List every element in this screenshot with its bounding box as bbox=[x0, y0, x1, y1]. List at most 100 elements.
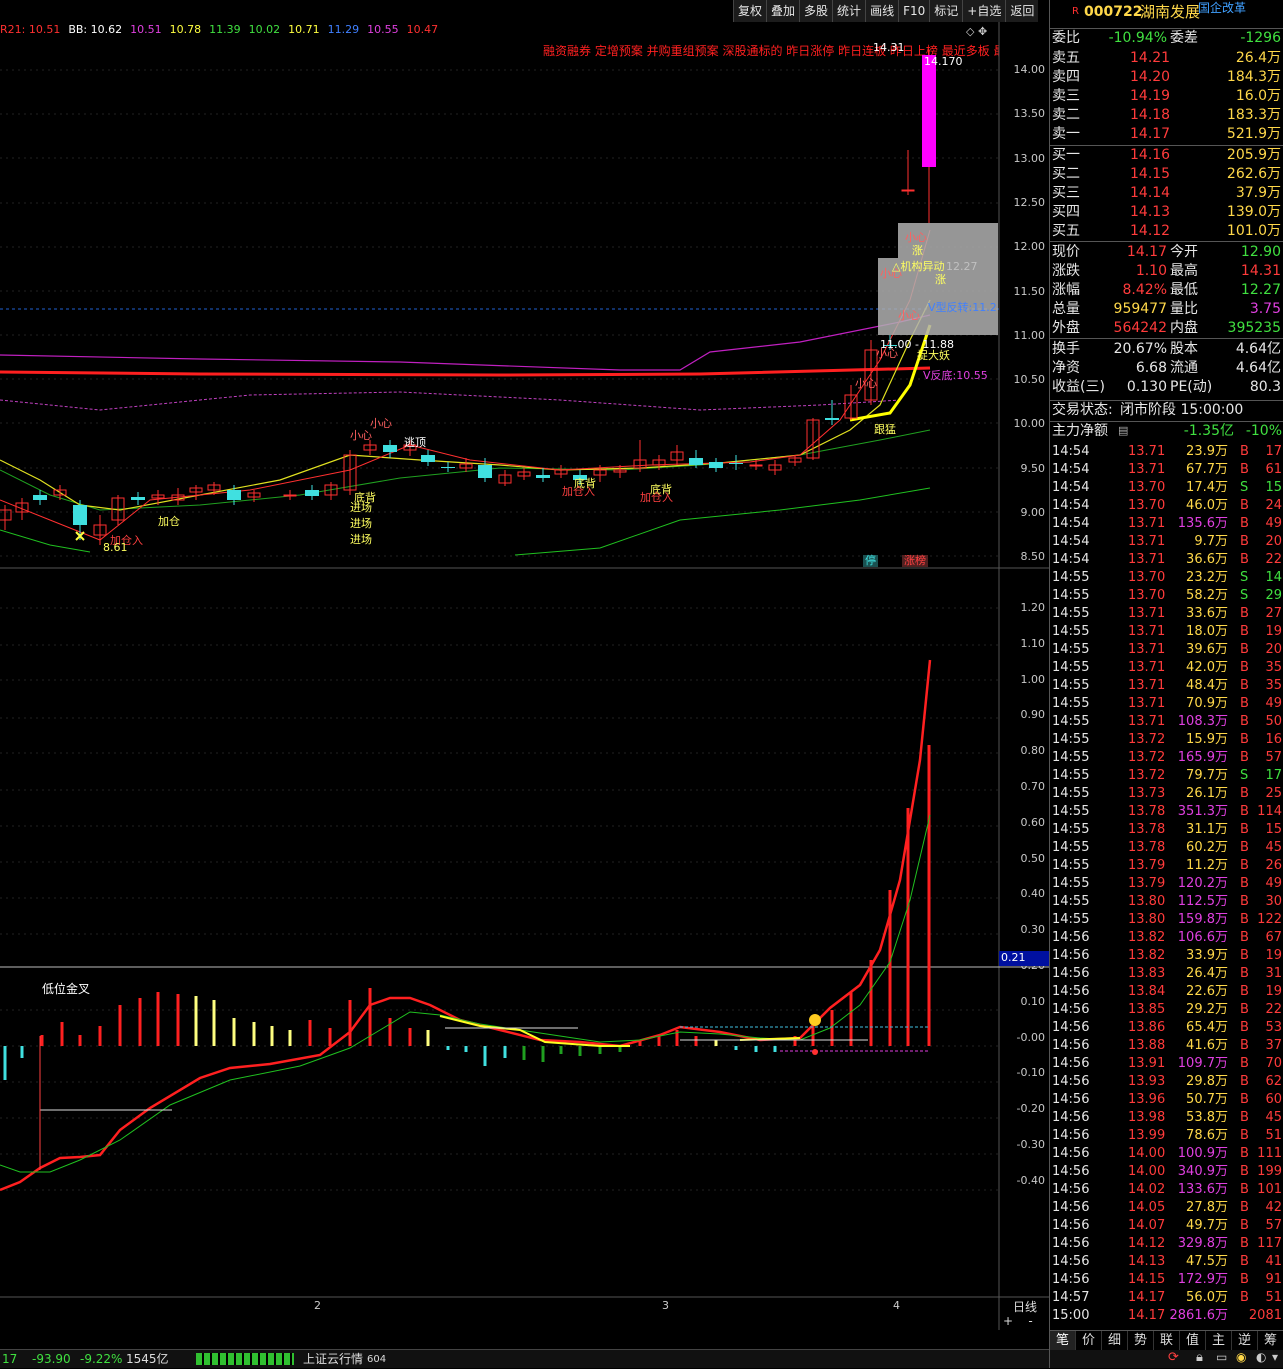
level-volume: 183.3万 bbox=[1226, 107, 1281, 123]
price-tick: 9.00 bbox=[1020, 506, 1046, 519]
tick-row: 14:56 14.00 340.9万 B 199 bbox=[1052, 1164, 1282, 1179]
candle[interactable] bbox=[922, 50, 936, 223]
tick-row: 14:55 13.71 42.0万 B 35 bbox=[1052, 660, 1282, 675]
level-volume: 101.0万 bbox=[1226, 223, 1281, 239]
tick-row: 14:54 13.70 17.4万 S 15 bbox=[1052, 480, 1282, 495]
candle[interactable] bbox=[517, 468, 531, 480]
sell-level[interactable]: 卖二 14.18 183.3万 bbox=[1050, 106, 1283, 124]
flag-badge: R bbox=[1072, 6, 1079, 17]
tick-row: 14:55 13.72 79.7万 S 17 bbox=[1052, 768, 1282, 783]
chart-annotation: V型反转:11.2 bbox=[928, 301, 997, 314]
chart-annotation: 涨 bbox=[935, 273, 946, 286]
chart-annotation: 逃顶 bbox=[404, 436, 426, 449]
buy-level[interactable]: 买二 14.15 262.6万 bbox=[1050, 165, 1283, 183]
candle[interactable] bbox=[151, 490, 165, 505]
tick-row: 14:55 13.71 48.4万 B 35 bbox=[1052, 678, 1282, 693]
main-flow-row[interactable]: 主力净额 ▤ -1.35亿 -10% bbox=[1050, 421, 1283, 439]
tab-3[interactable]: 势 bbox=[1128, 1331, 1154, 1350]
candle[interactable] bbox=[554, 465, 568, 478]
tick-row: 14:56 13.88 41.6万 B 37 bbox=[1052, 1038, 1282, 1053]
chart-annotation: 小心 bbox=[350, 429, 372, 442]
chart-annotation: V反底:10.55 bbox=[923, 369, 988, 382]
level-price: 14.20 bbox=[1130, 69, 1171, 85]
settings-diamond-icon[interactable]: ◇ ✥ bbox=[966, 25, 987, 38]
period-label[interactable]: 日线 bbox=[1005, 1298, 1045, 1315]
candle[interactable] bbox=[901, 150, 915, 195]
level-price: 14.19 bbox=[1130, 88, 1171, 104]
tick-row: 14:55 13.71 39.6万 B 20 bbox=[1052, 642, 1282, 657]
sell-level[interactable]: 卖五 14.21 26.4万 bbox=[1050, 49, 1283, 67]
candle[interactable] bbox=[324, 482, 338, 500]
buy-level[interactable]: 买五 14.12 101.0万 bbox=[1050, 222, 1283, 240]
webi-row: 委比 -10.94% 委差 -1296 bbox=[1050, 28, 1283, 46]
status-bar: 17 -93.90 -9.22% 1545亿 上证云行情 604 bbox=[0, 1349, 1049, 1368]
tab-1[interactable]: 价 bbox=[1076, 1331, 1102, 1350]
buy-level[interactable]: 买一 14.16 205.9万 bbox=[1050, 146, 1283, 164]
quote-row: 总量 959477 量比 3.75 bbox=[1052, 301, 1281, 317]
detail-tabs[interactable]: 笔价细势联值主逆筹 bbox=[1050, 1330, 1283, 1350]
user-icon[interactable]: ◐ bbox=[1256, 1350, 1266, 1364]
golden-cross-icon[interactable] bbox=[809, 1014, 821, 1026]
sell-level[interactable]: 卖一 14.17 521.9万 bbox=[1050, 125, 1283, 143]
tab-8[interactable]: 筹 bbox=[1258, 1331, 1283, 1350]
indicator-tick: -0.00 bbox=[1016, 1030, 1045, 1044]
candle[interactable] bbox=[189, 485, 203, 500]
tick-row: 14:57 14.17 56.0万 B 51 bbox=[1052, 1290, 1282, 1305]
candle[interactable] bbox=[825, 400, 839, 425]
tick-row: 14:55 13.70 58.2万 S 29 bbox=[1052, 588, 1282, 603]
candle[interactable] bbox=[421, 450, 435, 466]
candle[interactable] bbox=[536, 468, 550, 482]
flow-menu-icon[interactable]: ▤ bbox=[1118, 422, 1128, 440]
coin-icon[interactable]: ◉ bbox=[1236, 1350, 1246, 1364]
candle[interactable] bbox=[709, 458, 723, 472]
candle[interactable] bbox=[131, 492, 145, 505]
panel-bottom-icons: ⟳ 🔒︎ ▭ ◉ ◐ ▾ bbox=[1050, 1350, 1283, 1368]
indicator-tick: 0.40 bbox=[1020, 887, 1046, 901]
turnover-amount: 1545亿 bbox=[126, 1352, 169, 1366]
tick-row: 14:56 13.91 109.7万 B 70 bbox=[1052, 1056, 1282, 1071]
indicator-tick: -0.20 bbox=[1016, 1102, 1045, 1116]
sell-level[interactable]: 卖三 14.19 16.0万 bbox=[1050, 87, 1283, 105]
candle[interactable] bbox=[305, 485, 319, 500]
tab-6[interactable]: 主 bbox=[1206, 1331, 1232, 1350]
sell-level[interactable]: 卖四 14.20 184.3万 bbox=[1050, 68, 1283, 86]
tick-row: 14:55 13.71 18.0万 B 19 bbox=[1052, 624, 1282, 639]
candle[interactable] bbox=[283, 490, 297, 500]
candle[interactable] bbox=[0, 505, 12, 530]
cloud-quote-label[interactable]: 上证云行情 bbox=[303, 1350, 363, 1369]
refresh-icon[interactable]: ⟳ bbox=[1168, 1350, 1179, 1365]
price-tick: 10.00 bbox=[1013, 417, 1046, 431]
tab-2[interactable]: 细 bbox=[1102, 1331, 1128, 1350]
tab-7[interactable]: 逆 bbox=[1232, 1331, 1258, 1350]
more-icon[interactable]: ▾ bbox=[1272, 1350, 1278, 1364]
tab-4[interactable]: 联 bbox=[1154, 1331, 1180, 1350]
candle[interactable] bbox=[768, 460, 782, 475]
level-label: 卖一 bbox=[1052, 126, 1080, 142]
indicator-label: 低位金叉 bbox=[42, 982, 91, 996]
tick-row: 14:56 14.13 47.5万 B 41 bbox=[1052, 1254, 1282, 1269]
price-tick: 13.00 bbox=[1013, 151, 1046, 165]
buy-level[interactable]: 买三 14.14 37.9万 bbox=[1050, 184, 1283, 202]
chart-canvas[interactable] bbox=[0, 0, 1049, 1349]
stock-concept-tag[interactable]: 国企改革 bbox=[1198, 0, 1246, 17]
window-icon[interactable]: ▭ bbox=[1216, 1350, 1227, 1364]
candle[interactable] bbox=[498, 470, 512, 486]
kline-chart-panel[interactable]: 复权 叠加 多股 统计 画线 F10 标记 +自选 返回 R21: 10.51 BB: 10.62… bbox=[0, 0, 1049, 1368]
tab-5[interactable]: 值 bbox=[1180, 1331, 1206, 1350]
tick-row: 14:56 13.93 29.8万 B 62 bbox=[1052, 1074, 1282, 1089]
candle[interactable] bbox=[53, 485, 67, 500]
chart-annotation: 进场 bbox=[350, 501, 372, 514]
candle[interactable] bbox=[363, 440, 377, 455]
lock-icon[interactable]: 🔒︎ bbox=[1196, 1350, 1203, 1365]
buy-level[interactable]: 买四 14.13 139.0万 bbox=[1050, 203, 1283, 221]
high-label: 14.31 bbox=[873, 41, 905, 54]
tab-0[interactable]: 笔 bbox=[1050, 1331, 1076, 1350]
level-label: 买三 bbox=[1052, 185, 1080, 201]
zoom-buttons[interactable]: + - bbox=[1003, 1314, 1033, 1328]
candle[interactable] bbox=[15, 498, 29, 520]
level-price: 14.13 bbox=[1130, 204, 1171, 220]
tick-row: 14:55 13.71 70.9万 B 49 bbox=[1052, 696, 1282, 711]
tick-row: 14:55 13.72 15.9万 B 16 bbox=[1052, 732, 1282, 747]
candle[interactable] bbox=[441, 462, 455, 472]
candle[interactable] bbox=[670, 445, 684, 465]
